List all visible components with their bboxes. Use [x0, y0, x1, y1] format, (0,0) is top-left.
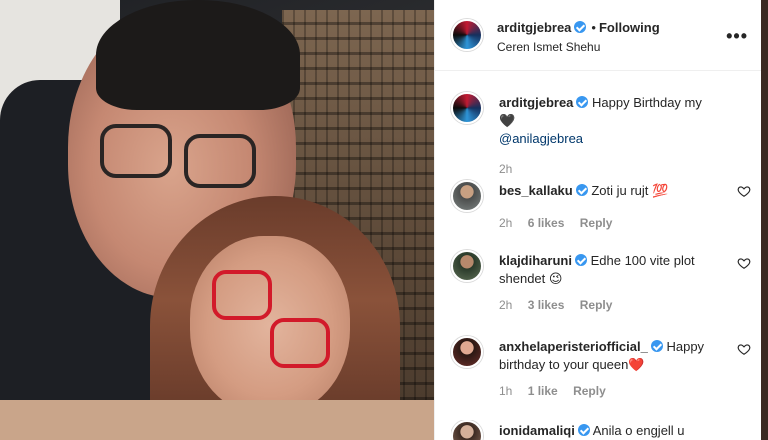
- list-item: anxhelaperisteriofficial_ Happy birthday…: [451, 336, 751, 406]
- caption-meta: 2h: [499, 160, 717, 178]
- list-item: bes_kallaku Zoti ju rujt 💯 2h 6 likes Re…: [451, 180, 751, 240]
- verified-badge-icon: [650, 340, 663, 352]
- comment-username[interactable]: klajdiharuni: [499, 253, 572, 268]
- black-heart-icon: 🖤: [499, 113, 516, 128]
- comment-meta: 2h 3 likes Reply: [499, 296, 717, 314]
- comment-meta: 1h 1 like Reply: [499, 382, 717, 400]
- man-hair: [96, 0, 300, 110]
- verified-badge-icon: [576, 96, 589, 108]
- caption-avatar[interactable]: [451, 92, 483, 124]
- reply-button[interactable]: Reply: [573, 384, 606, 398]
- caption-text: Happy Birthday my: [592, 95, 702, 110]
- verified-badge-icon: [574, 254, 587, 266]
- comment-username[interactable]: bes_kallaku: [499, 183, 573, 198]
- separator-dot: •: [591, 20, 596, 35]
- comment-time[interactable]: 2h: [499, 298, 512, 312]
- caption-time[interactable]: 2h: [499, 162, 512, 176]
- comment-likes[interactable]: 3 likes: [528, 298, 565, 312]
- caption-mention[interactable]: @anilagjebrea: [499, 131, 583, 146]
- post-header: arditgjebrea • Following Ceren Ismet Shehu…: [435, 0, 762, 71]
- comment-text: Anila o engjell u: [592, 423, 685, 438]
- commenter-avatar[interactable]: [451, 336, 483, 368]
- post-side-panel: arditgjebrea • Following Ceren Ismet Shehu…: [434, 0, 762, 440]
- comment-time[interactable]: 1h: [499, 384, 512, 398]
- following-button[interactable]: Following: [599, 20, 660, 35]
- shirt: [0, 400, 434, 440]
- caption: arditgjebrea Happy Birthday my 🖤 @anilag…: [451, 92, 751, 176]
- winking-face-icon: 😉: [548, 271, 563, 286]
- verified-badge-icon: [574, 21, 587, 33]
- comment-likes[interactable]: 6 likes: [528, 216, 565, 230]
- commenter-avatar[interactable]: [451, 250, 483, 282]
- like-heart-icon[interactable]: [737, 342, 751, 356]
- list-item: klajdiharuni Edhe 100 vite plot shendet …: [451, 250, 751, 320]
- comment-meta: 2h 6 likes Reply: [499, 214, 717, 232]
- red-heart-icon: ❤️: [628, 357, 645, 372]
- background-edge: [761, 0, 768, 440]
- reply-button[interactable]: Reply: [580, 298, 613, 312]
- comment-username[interactable]: ionidamaliqi: [499, 423, 575, 438]
- like-heart-icon[interactable]: [737, 184, 751, 198]
- list-item: ionidamaliqi Anila o engjell u: [451, 420, 751, 440]
- comment-likes[interactable]: 1 like: [528, 384, 558, 398]
- post-photo[interactable]: [0, 0, 434, 440]
- caption-username[interactable]: arditgjebrea: [499, 95, 573, 110]
- comment-text: Zoti ju rujt: [591, 183, 649, 198]
- red-glasses-left: [212, 270, 272, 320]
- man-glasses: [100, 118, 260, 188]
- commenter-avatar[interactable]: [451, 420, 483, 440]
- author-line: arditgjebrea • Following: [497, 20, 660, 35]
- comment-username[interactable]: anxhelaperisteriofficial_: [499, 339, 648, 354]
- red-glasses-right: [270, 318, 330, 368]
- hundred-points-icon: 💯: [652, 183, 669, 198]
- more-options-icon[interactable]: •••: [726, 26, 748, 47]
- reply-button[interactable]: Reply: [580, 216, 613, 230]
- location-link[interactable]: Ceren Ismet Shehu: [497, 40, 600, 54]
- comment-time[interactable]: 2h: [499, 216, 512, 230]
- author-avatar[interactable]: [451, 19, 483, 51]
- author-username[interactable]: arditgjebrea: [497, 20, 571, 35]
- verified-badge-icon: [577, 424, 590, 436]
- like-heart-icon[interactable]: [737, 256, 751, 270]
- verified-badge-icon: [575, 184, 588, 196]
- commenter-avatar[interactable]: [451, 180, 483, 212]
